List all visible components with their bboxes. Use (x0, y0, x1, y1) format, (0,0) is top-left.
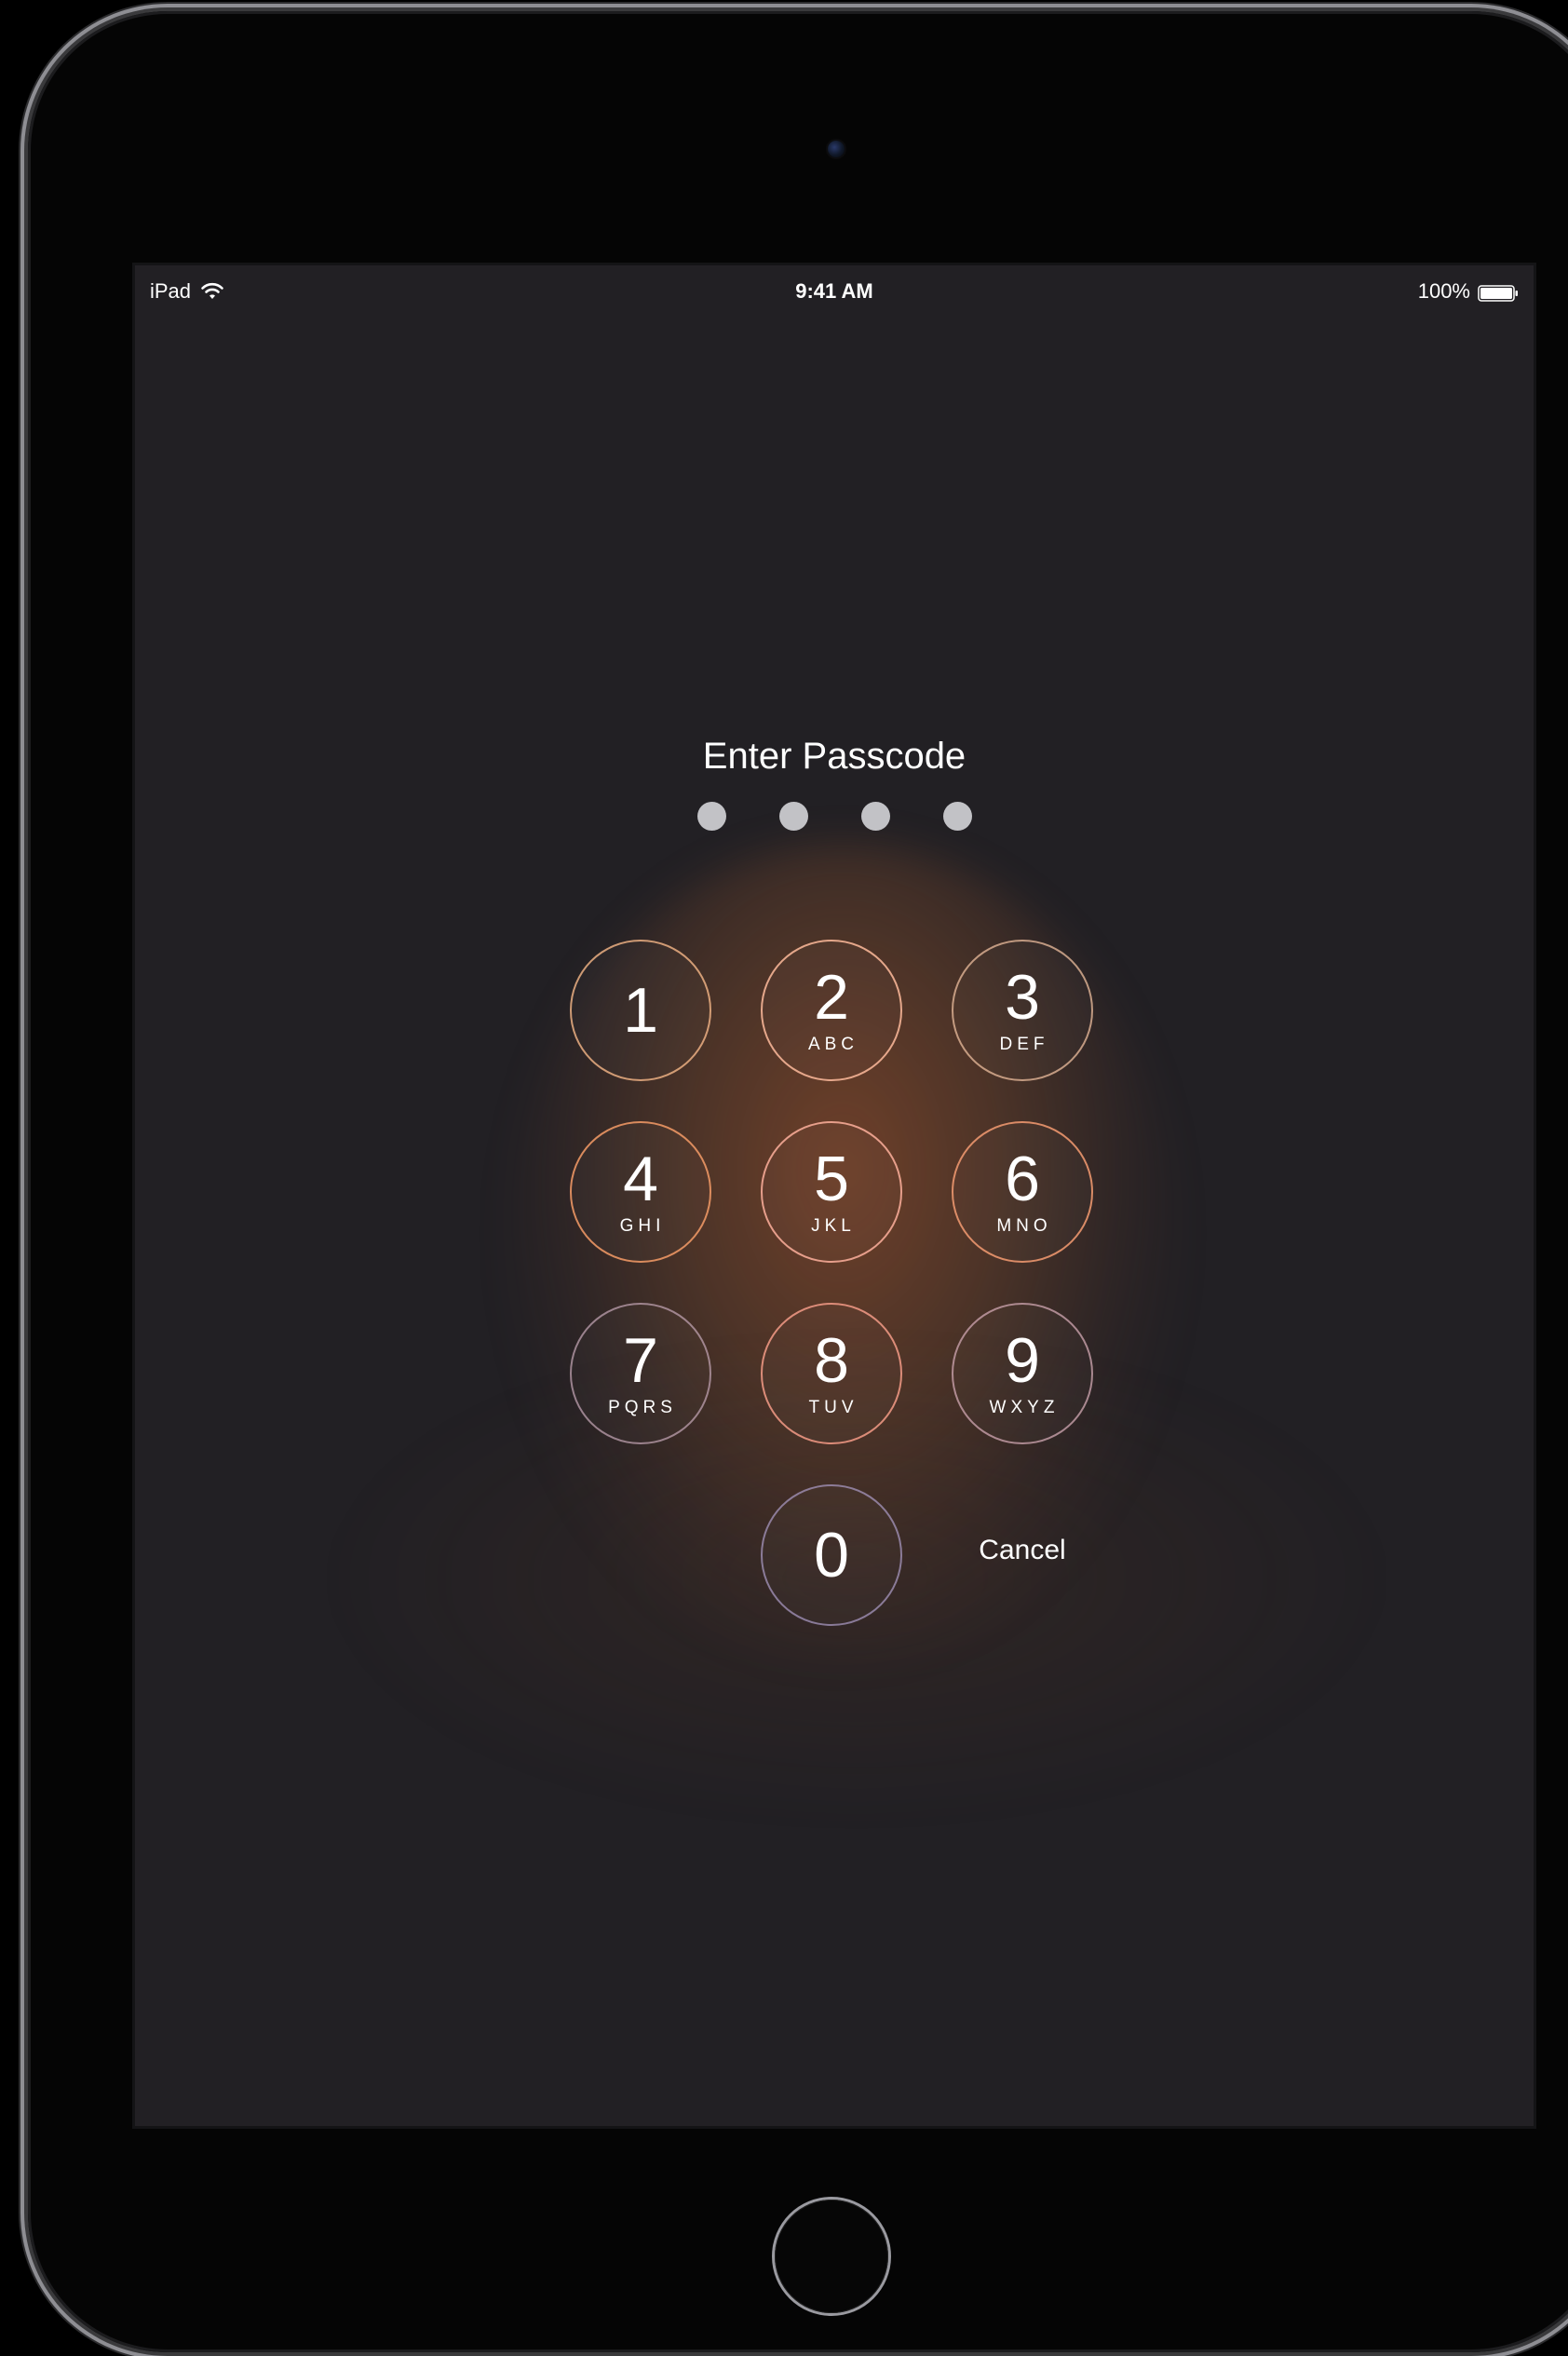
passcode-dot (778, 802, 808, 831)
key-2[interactable]: 2 ABC (761, 940, 902, 1081)
key-number: 7 (623, 1325, 658, 1396)
status-right: 100% (1418, 279, 1519, 304)
key-1[interactable]: 1 (570, 940, 711, 1081)
key-number: 6 (1005, 1144, 1040, 1214)
key-letters: ABC (807, 1035, 859, 1054)
key-letters: WXYZ (989, 1398, 1060, 1417)
home-button[interactable] (775, 2200, 888, 2313)
key-7[interactable]: 7 PQRS (570, 1303, 711, 1444)
key-8[interactable]: 8 TUV (761, 1303, 902, 1444)
cancel-button[interactable]: Cancel (952, 1535, 1093, 1566)
key-4[interactable]: 4 GHI (570, 1121, 711, 1263)
key-letters: DEF (999, 1035, 1049, 1054)
key-6[interactable]: 6 MNO (952, 1121, 1093, 1263)
key-letters: PQRS (608, 1398, 677, 1417)
key-number: 5 (814, 1144, 849, 1214)
key-number: 4 (623, 1144, 658, 1214)
battery-percent: 100% (1417, 279, 1470, 303)
key-9[interactable]: 9 WXYZ (952, 1303, 1093, 1444)
passcode-dots (135, 802, 1534, 831)
camera-icon (828, 141, 845, 157)
key-number: 8 (814, 1325, 849, 1396)
status-bar: iPad 9:41 AM 100% (135, 265, 1534, 318)
battery-icon (1478, 283, 1519, 302)
status-time: 9:41 AM (795, 279, 873, 303)
key-number: 1 (623, 975, 658, 1046)
passcode-dot (696, 802, 726, 831)
lock-screen: iPad 9:41 AM 100% Enter Passcode 1 2 ABC… (135, 265, 1534, 2126)
key-number: 9 (1005, 1325, 1040, 1396)
key-letters: JKL (811, 1216, 856, 1236)
key-number: 2 (814, 962, 849, 1033)
key-5[interactable]: 5 JKL (761, 1121, 902, 1263)
passcode-dot (942, 802, 972, 831)
key-0[interactable]: 0 (761, 1484, 902, 1626)
key-number: 3 (1005, 962, 1040, 1033)
key-number: 0 (814, 1520, 849, 1591)
key-3[interactable]: 3 DEF (952, 940, 1093, 1081)
key-letters: TUV (808, 1398, 858, 1417)
passcode-title: Enter Passcode (702, 736, 966, 777)
key-letters: MNO (996, 1216, 1052, 1236)
key-letters: GHI (619, 1216, 666, 1236)
passcode-dot (860, 802, 890, 831)
ipad-device: iPad 9:41 AM 100% Enter Passcode 1 2 ABC… (28, 11, 1568, 2352)
